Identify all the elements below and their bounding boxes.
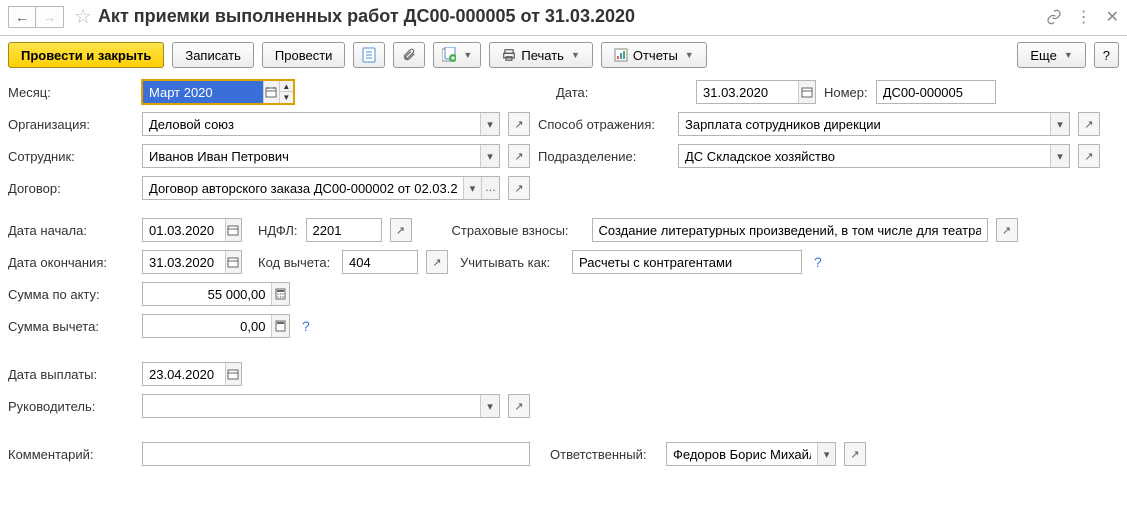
kebab-menu-icon[interactable]: ⋮: [1076, 7, 1092, 27]
employee-input[interactable]: [143, 145, 480, 167]
month-label: Месяц:: [8, 85, 134, 100]
contract-label: Договор:: [8, 181, 134, 196]
save-button[interactable]: Записать: [172, 42, 254, 68]
comment-label: Комментарий:: [8, 447, 134, 462]
account-as-input[interactable]: [573, 251, 801, 273]
open-icon[interactable]: ↗: [1078, 112, 1100, 136]
department-input[interactable]: [679, 145, 1050, 167]
create-based-on-button[interactable]: ▼: [433, 42, 481, 68]
dropdown-icon[interactable]: ▾: [480, 113, 499, 135]
document-status-button[interactable]: [353, 42, 385, 68]
open-icon[interactable]: ↗: [426, 250, 448, 274]
calculator-icon[interactable]: [271, 283, 289, 305]
deduction-code-label: Код вычета:: [258, 255, 334, 270]
reflection-label: Способ отражения:: [538, 117, 670, 132]
calendar-icon[interactable]: [263, 81, 279, 103]
responsible-input[interactable]: [667, 443, 817, 465]
deduction-code-input[interactable]: [343, 251, 417, 273]
open-icon[interactable]: ↗: [508, 394, 530, 418]
link-icon[interactable]: [1046, 9, 1062, 25]
open-icon[interactable]: ↗: [390, 218, 412, 242]
dropdown-icon[interactable]: ▾: [480, 395, 499, 417]
employee-label: Сотрудник:: [8, 149, 134, 164]
contract-input[interactable]: [143, 177, 463, 199]
help-icon[interactable]: ?: [302, 318, 310, 334]
dropdown-icon[interactable]: ▾: [480, 145, 499, 167]
calculator-icon[interactable]: [271, 315, 289, 337]
close-icon[interactable]: ✕: [1106, 7, 1119, 27]
favorite-star-icon[interactable]: ☆: [74, 4, 92, 29]
insurance-input[interactable]: [593, 219, 987, 241]
pay-date-label: Дата выплаты:: [8, 367, 134, 382]
act-sum-label: Сумма по акту:: [8, 287, 134, 302]
chevron-down-icon: ▼: [685, 50, 694, 60]
department-label: Подразделение:: [538, 149, 670, 164]
ndfl-label: НДФЛ:: [258, 223, 298, 238]
help-button[interactable]: ?: [1094, 42, 1119, 68]
more-label: Еще: [1030, 48, 1056, 63]
chevron-down-icon: ▼: [1064, 50, 1073, 60]
nav-forward-button[interactable]: →: [36, 6, 64, 28]
reports-button[interactable]: Отчеты ▼: [601, 42, 707, 68]
org-label: Организация:: [8, 117, 134, 132]
start-date-input[interactable]: [143, 219, 225, 241]
pay-date-input[interactable]: [143, 363, 225, 385]
deduction-sum-label: Сумма вычета:: [8, 319, 134, 334]
window-title: Акт приемки выполненных работ ДС00-00000…: [98, 6, 1046, 27]
print-label: Печать: [521, 48, 564, 63]
end-date-input[interactable]: [143, 251, 225, 273]
calendar-icon[interactable]: [798, 81, 815, 103]
end-date-label: Дата окончания:: [8, 255, 134, 270]
manager-input[interactable]: [143, 395, 480, 417]
org-input[interactable]: [143, 113, 480, 135]
month-input[interactable]: [143, 81, 263, 103]
calendar-icon[interactable]: [225, 251, 241, 273]
chevron-down-icon: ▼: [571, 50, 580, 60]
responsible-label: Ответственный:: [550, 447, 658, 462]
calendar-icon[interactable]: [225, 363, 241, 385]
open-icon[interactable]: ↗: [1078, 144, 1100, 168]
dropdown-icon[interactable]: ▾: [463, 177, 481, 199]
dropdown-icon[interactable]: ▾: [1050, 145, 1069, 167]
date-label: Дата:: [556, 85, 688, 100]
start-date-label: Дата начала:: [8, 223, 134, 238]
print-button[interactable]: Печать ▼: [489, 42, 593, 68]
open-icon[interactable]: ↗: [508, 112, 530, 136]
comment-input[interactable]: [143, 443, 529, 465]
open-icon[interactable]: ↗: [508, 144, 530, 168]
reflection-input[interactable]: [679, 113, 1050, 135]
dropdown-icon[interactable]: ▾: [1050, 113, 1069, 135]
open-icon[interactable]: ↗: [996, 218, 1018, 242]
post-button[interactable]: Провести: [262, 42, 346, 68]
attachment-button[interactable]: [393, 42, 425, 68]
help-icon[interactable]: ?: [814, 254, 822, 270]
date-input[interactable]: [697, 81, 798, 103]
month-down[interactable]: ▼: [280, 92, 293, 103]
ellipsis-icon[interactable]: …: [481, 177, 499, 199]
dropdown-icon[interactable]: ▾: [817, 443, 835, 465]
act-sum-input[interactable]: [143, 283, 271, 305]
reports-label: Отчеты: [633, 48, 678, 63]
manager-label: Руководитель:: [8, 399, 134, 414]
post-and-close-button[interactable]: Провести и закрыть: [8, 42, 164, 68]
open-icon[interactable]: ↗: [508, 176, 530, 200]
deduction-sum-input[interactable]: [143, 315, 271, 337]
insurance-label: Страховые взносы:: [452, 223, 584, 238]
month-up[interactable]: ▲: [280, 81, 293, 92]
chevron-down-icon: ▼: [463, 50, 472, 60]
more-button[interactable]: Еще ▼: [1017, 42, 1085, 68]
nav-back-button[interactable]: ←: [8, 6, 36, 28]
calendar-icon[interactable]: [225, 219, 241, 241]
ndfl-input[interactable]: [307, 219, 381, 241]
number-label: Номер:: [824, 85, 868, 100]
number-input[interactable]: [877, 81, 995, 103]
open-icon[interactable]: ↗: [844, 442, 866, 466]
account-as-label: Учитывать как:: [460, 255, 564, 270]
